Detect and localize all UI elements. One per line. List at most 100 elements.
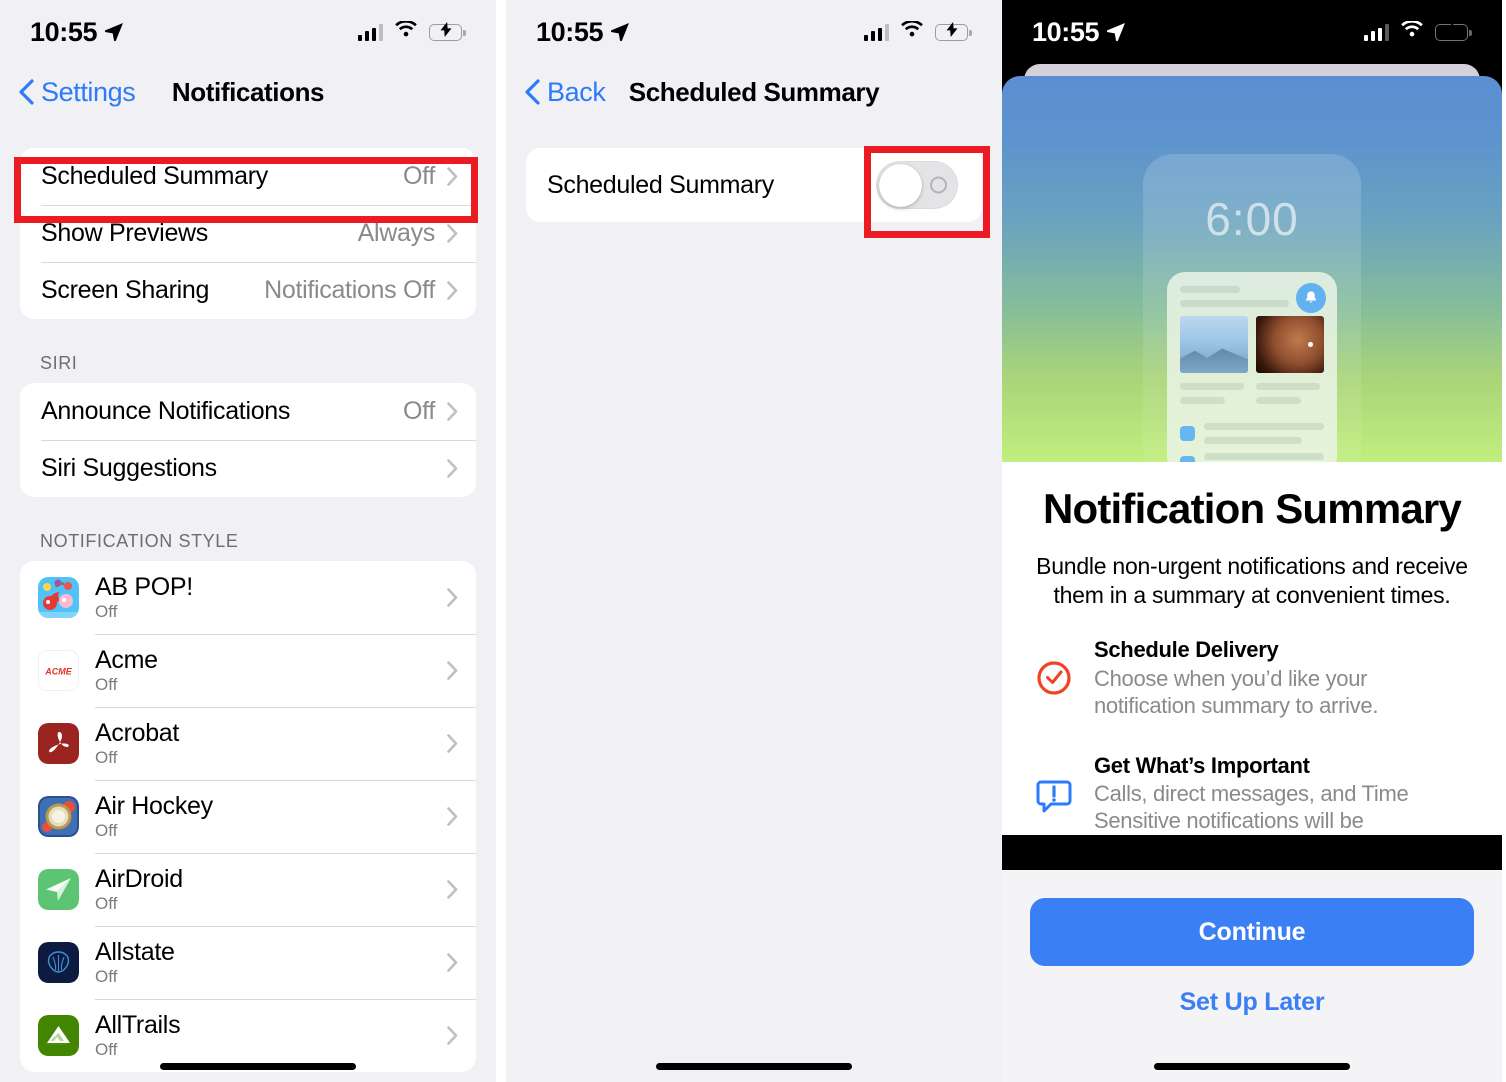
app-text: Air Hockey Off bbox=[95, 793, 447, 839]
scheduled-summary-toggle[interactable] bbox=[876, 161, 958, 209]
status-indicators bbox=[1363, 19, 1472, 44]
home-indicator bbox=[656, 1063, 852, 1070]
battery-charging-icon bbox=[1435, 22, 1472, 41]
status-indicators bbox=[863, 19, 972, 44]
lake-photo-thumbnail bbox=[1180, 316, 1248, 373]
list-item-app[interactable]: AllTrails Off bbox=[20, 999, 476, 1072]
row-title: Announce Notifications bbox=[41, 397, 291, 425]
app-status: Off bbox=[95, 674, 118, 694]
back-button[interactable]: Back bbox=[524, 77, 606, 108]
section-header-siri: SIRI bbox=[40, 353, 78, 373]
app-text: AirDroid Off bbox=[95, 866, 447, 912]
app-name: AB POP! bbox=[95, 573, 193, 602]
panel-notifications-settings: 10:55 Settings Notifications Scheduled S… bbox=[0, 0, 496, 1082]
status-time: 10:55 bbox=[536, 17, 630, 48]
app-status: Off bbox=[95, 820, 118, 840]
row-value: Always bbox=[357, 219, 436, 247]
chevron-left-icon bbox=[18, 79, 34, 105]
app-text: Allstate Off bbox=[95, 939, 447, 985]
app-name: Air Hockey bbox=[95, 792, 213, 821]
nav-bar: Back Scheduled Summary bbox=[506, 64, 1002, 120]
list-item-app[interactable]: Allstate Off bbox=[20, 926, 476, 999]
list-item-app[interactable]: AB POP! Off bbox=[20, 561, 476, 634]
acrobat-app-icon bbox=[38, 723, 79, 764]
app-name: AllTrails bbox=[95, 1011, 181, 1040]
mars-photo-thumbnail bbox=[1256, 316, 1324, 373]
settings-group-primary: Scheduled Summary Off Show Previews Alwa… bbox=[20, 148, 476, 319]
set-up-later-button[interactable]: Set Up Later bbox=[1030, 988, 1474, 1017]
feature-schedule-delivery: Schedule Delivery Choose when you’d like… bbox=[1032, 636, 1472, 719]
onboarding-footer: Continue Set Up Later bbox=[1002, 870, 1502, 1082]
app-name: Acrobat bbox=[95, 719, 180, 748]
toggle-off-ring-icon bbox=[930, 176, 947, 194]
row-value: Off bbox=[403, 162, 435, 190]
feature-heading: Get What’s Important bbox=[1094, 752, 1310, 778]
chevron-right-icon bbox=[447, 661, 458, 680]
continue-button[interactable]: Continue bbox=[1030, 898, 1474, 966]
cellular-signal-icon bbox=[863, 23, 889, 41]
hero-thumbnails bbox=[1180, 316, 1324, 373]
row-scheduled-summary[interactable]: Scheduled Summary Off bbox=[20, 148, 476, 205]
air-hockey-app-icon bbox=[38, 796, 79, 837]
row-show-previews[interactable]: Show Previews Always bbox=[20, 205, 476, 262]
list-item-app[interactable]: AirDroid Off bbox=[20, 853, 476, 926]
hero-lockscreen-clock: 6:00 bbox=[1205, 193, 1299, 245]
hero-bullet-rows bbox=[1180, 423, 1324, 462]
row-announce-notifications[interactable]: Announce Notifications Off bbox=[20, 383, 476, 440]
chevron-right-icon bbox=[447, 1026, 458, 1045]
chevron-right-icon bbox=[447, 953, 458, 972]
app-status: Off bbox=[95, 893, 118, 913]
panel-scheduled-summary: 10:55 Back Scheduled Summary Scheduled S… bbox=[506, 0, 1002, 1082]
status-time: 10:55 bbox=[30, 17, 124, 48]
wifi-icon bbox=[394, 19, 418, 44]
row-title: Show Previews bbox=[41, 219, 208, 247]
row-title: Scheduled Summary bbox=[547, 170, 774, 199]
location-arrow-icon bbox=[610, 17, 630, 48]
app-text: Acrobat Off bbox=[95, 720, 447, 766]
back-to-settings-button[interactable]: Settings bbox=[18, 77, 136, 108]
allstate-app-icon bbox=[38, 942, 79, 983]
row-scheduled-summary-toggle[interactable]: Scheduled Summary bbox=[526, 148, 982, 222]
row-title: Scheduled Summary bbox=[41, 162, 268, 190]
feature-text: Get What’s Important Calls, direct messa… bbox=[1094, 752, 1472, 835]
status-time-label: 10:55 bbox=[30, 16, 98, 47]
status-bar: 10:55 bbox=[1002, 0, 1502, 64]
app-text: Acme Off bbox=[95, 647, 447, 693]
list-item-app[interactable]: Air Hockey Off bbox=[20, 780, 476, 853]
row-title: Screen Sharing bbox=[41, 276, 210, 304]
home-indicator bbox=[1154, 1063, 1350, 1070]
scheduled-summary-group: Scheduled Summary bbox=[526, 148, 982, 222]
list-item-app[interactable]: ACME Acme Off bbox=[20, 634, 476, 707]
chevron-right-icon bbox=[447, 402, 458, 421]
toggle-knob bbox=[878, 163, 922, 207]
row-value: Notifications Off bbox=[264, 276, 435, 304]
alltrails-app-icon bbox=[38, 1015, 79, 1056]
list-item-app[interactable]: Acrobat Off bbox=[20, 707, 476, 780]
app-status: Off bbox=[95, 601, 118, 621]
chevron-right-icon bbox=[447, 734, 458, 753]
chevron-left-icon bbox=[524, 79, 540, 105]
svg-text:ACME: ACME bbox=[44, 667, 72, 677]
acme-app-icon: ACME bbox=[38, 650, 79, 691]
wifi-icon bbox=[900, 19, 924, 44]
app-name: Allstate bbox=[95, 938, 175, 967]
row-siri-suggestions[interactable]: Siri Suggestions bbox=[20, 440, 476, 497]
cellular-signal-icon bbox=[1363, 23, 1389, 41]
app-notification-list: AB POP! Off ACME Acme Off Acrobat Off Ai… bbox=[20, 561, 476, 1072]
onboarding-subtitle: Bundle non-urgent notifications and rece… bbox=[1036, 552, 1468, 608]
bell-icon bbox=[1296, 283, 1326, 313]
status-indicators bbox=[357, 19, 466, 44]
hero-gradient-card: 6:00 bbox=[1002, 76, 1502, 462]
onboarding-body: Notification Summary Bundle non-urgent n… bbox=[1002, 462, 1502, 835]
chevron-right-icon bbox=[447, 880, 458, 899]
status-time-label: 10:55 bbox=[1032, 16, 1100, 47]
chevron-right-icon bbox=[447, 281, 458, 300]
row-screen-sharing[interactable]: Screen Sharing Notifications Off bbox=[20, 262, 476, 319]
home-indicator bbox=[159, 1063, 356, 1070]
panel-divider bbox=[496, 0, 506, 1082]
app-name: AirDroid bbox=[95, 865, 183, 894]
app-name: Acme bbox=[95, 646, 158, 675]
message-alert-icon bbox=[1032, 752, 1076, 835]
ab-pop-app-icon bbox=[38, 577, 79, 618]
app-text: AllTrails Off bbox=[95, 1012, 447, 1058]
